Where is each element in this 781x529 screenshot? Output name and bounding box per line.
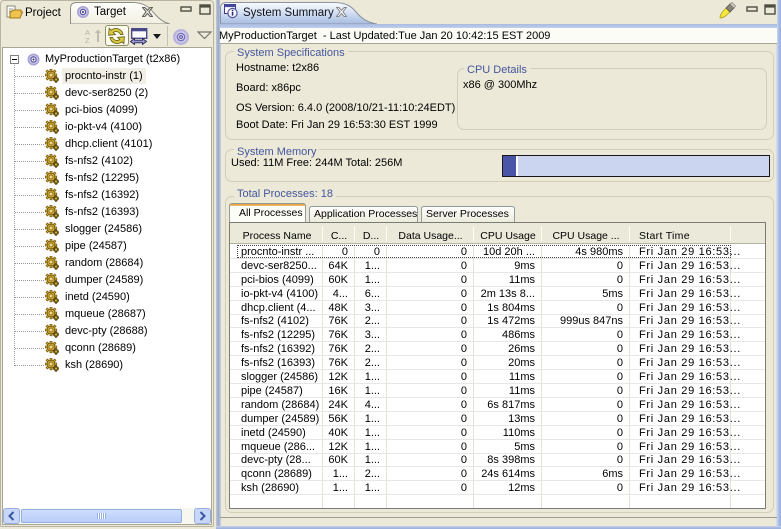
svg-text:Z: Z [85,36,90,44]
